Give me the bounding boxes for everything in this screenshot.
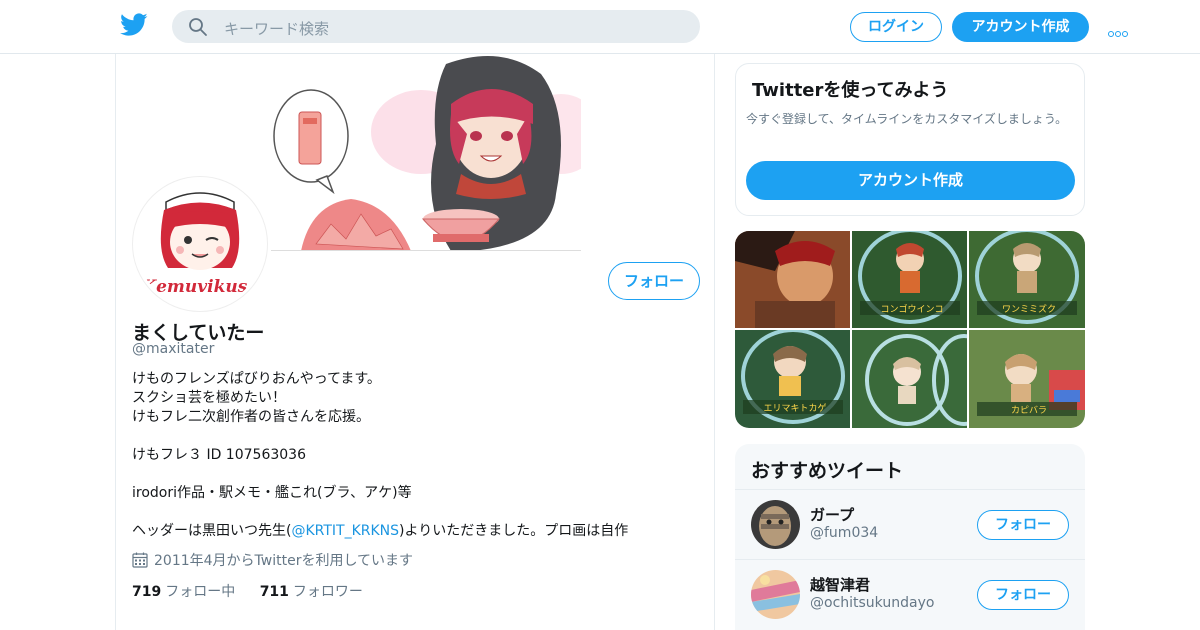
top-navigation-bar: キーワード検索 ログイン アカウント作成 [0, 0, 1200, 54]
media-grid: コンゴウインコ ワンミミズク エリマキトカゲ カピバラ [735, 231, 1085, 428]
media-caption: エリマキトカゲ [763, 402, 826, 414]
following-label: フォロー中 [165, 584, 236, 600]
more-dots-icon[interactable] [1108, 22, 1130, 37]
media-image: ワンミミズク [969, 231, 1085, 328]
twitter-bird-icon[interactable] [120, 13, 148, 37]
followers-count: 711 [259, 584, 289, 600]
profile-header-image[interactable] [271, 54, 581, 251]
signup-card-description: 今すぐ登録して、タイムラインをカスタマイズしましょう。 [746, 112, 1068, 126]
avatar-image [751, 500, 800, 549]
recommended-user-row[interactable]: 越智津君 @ochitsukundayo フォロー [735, 559, 1085, 629]
bio-line: スクショ芸を極めたい！ [132, 390, 286, 406]
bio-text: ヘッダーは黒田いつ先生( [132, 523, 292, 539]
recommended-user-row[interactable]: ガープ @fum034 フォロー [735, 489, 1085, 559]
profile-handle[interactable]: @maxitater [132, 341, 214, 357]
media-caption: カピバラ [1011, 405, 1047, 416]
following-count: 719 [132, 584, 162, 600]
bio-line: けものフレンズぱびりおんやってます。 [132, 371, 381, 387]
bio-line: けもフレ３ ID 107563036 [132, 447, 306, 463]
followers-stat[interactable]: 711 フォロワー [260, 584, 363, 600]
profile-stats: 719 フォロー中 711 フォロワー [132, 581, 363, 601]
avatar[interactable] [751, 500, 800, 549]
media-thumbnail[interactable]: カピバラ [969, 330, 1085, 428]
bio-line: けもフレ二次創作者の皆さんを応援。 [132, 409, 370, 425]
follow-button[interactable]: フォロー [977, 580, 1069, 610]
join-date-text: 2011年4月からTwitterを利用しています [154, 553, 414, 569]
media-thumbnail[interactable]: コンゴウインコ [852, 231, 967, 328]
media-image: コンゴウインコ [852, 231, 967, 328]
signup-card-button[interactable]: アカウント作成 [746, 161, 1075, 200]
recommended-user-handle: @ochitsukundayo [810, 595, 935, 611]
avatar-signature: Kemuvikusa [141, 277, 259, 297]
profile-bio: けものフレンズぱびりおんやってます。 スクショ芸を極めたい！ けもフレ二次創作者… [132, 370, 692, 541]
follow-button[interactable]: フォロー [608, 262, 700, 300]
bio-mention-link[interactable]: @KRTIT_KRKNS [291, 523, 399, 539]
media-thumbnail[interactable] [852, 330, 967, 428]
bio-line: irodori作品・駅メモ・艦これ(ブラ、アケ)等 [132, 485, 412, 501]
search-placeholder[interactable]: キーワード検索 [224, 18, 329, 39]
followers-label: フォロワー [292, 584, 363, 600]
search-icon [189, 18, 207, 36]
calendar-icon [132, 552, 148, 568]
avatar-illustration: Kemuvikusa [136, 180, 264, 308]
media-thumbnail[interactable]: エリマキトカゲ [735, 330, 850, 428]
recommended-card: おすすめツイート ガープ @fum034 フォロー 越智津君 @ochitsuk… [735, 444, 1085, 630]
search-bar[interactable]: キーワード検索 [172, 10, 700, 43]
recommended-title: おすすめツイート [751, 460, 904, 482]
media-caption: コンゴウインコ [880, 303, 943, 315]
bio-text: )よりいただきました。プロ画は自作 [399, 523, 629, 539]
profile-column: Kemuvikusa フォロー まくしていたー @maxitater けものフレ… [115, 54, 715, 630]
recommended-user-name[interactable]: 越智津君 [810, 574, 870, 595]
recommended-user-name[interactable]: ガープ [810, 504, 854, 525]
signup-card-title: Twitterを使ってみよう [752, 80, 949, 101]
follow-button[interactable]: フォロー [977, 510, 1069, 540]
media-thumbnail[interactable]: ワンミミズク [969, 231, 1085, 328]
signup-button[interactable]: アカウント作成 [952, 12, 1089, 42]
media-caption: ワンミミズク [1002, 303, 1056, 315]
media-thumbnail[interactable] [735, 231, 850, 328]
media-image: エリマキトカゲ [735, 330, 850, 428]
media-image [852, 330, 967, 428]
following-stat[interactable]: 719 フォロー中 [132, 584, 235, 600]
recommended-user-handle: @fum034 [810, 525, 879, 541]
signup-card: Twitterを使ってみよう 今すぐ登録して、タイムラインをカスタマイズしましょ… [735, 63, 1085, 216]
join-date: 2011年4月からTwitterを利用しています [132, 550, 413, 570]
header-illustration [271, 56, 581, 251]
bio-line: ヘッダーは黒田いつ先生(@KRTIT_KRKNS)よりいただきました。プロ画は自… [132, 522, 692, 541]
avatar[interactable] [751, 570, 800, 619]
login-button[interactable]: ログイン [850, 12, 942, 42]
avatar-image [751, 570, 800, 619]
media-image: カピバラ [969, 330, 1085, 428]
avatar[interactable]: Kemuvikusa [133, 177, 267, 311]
media-image [735, 231, 850, 328]
